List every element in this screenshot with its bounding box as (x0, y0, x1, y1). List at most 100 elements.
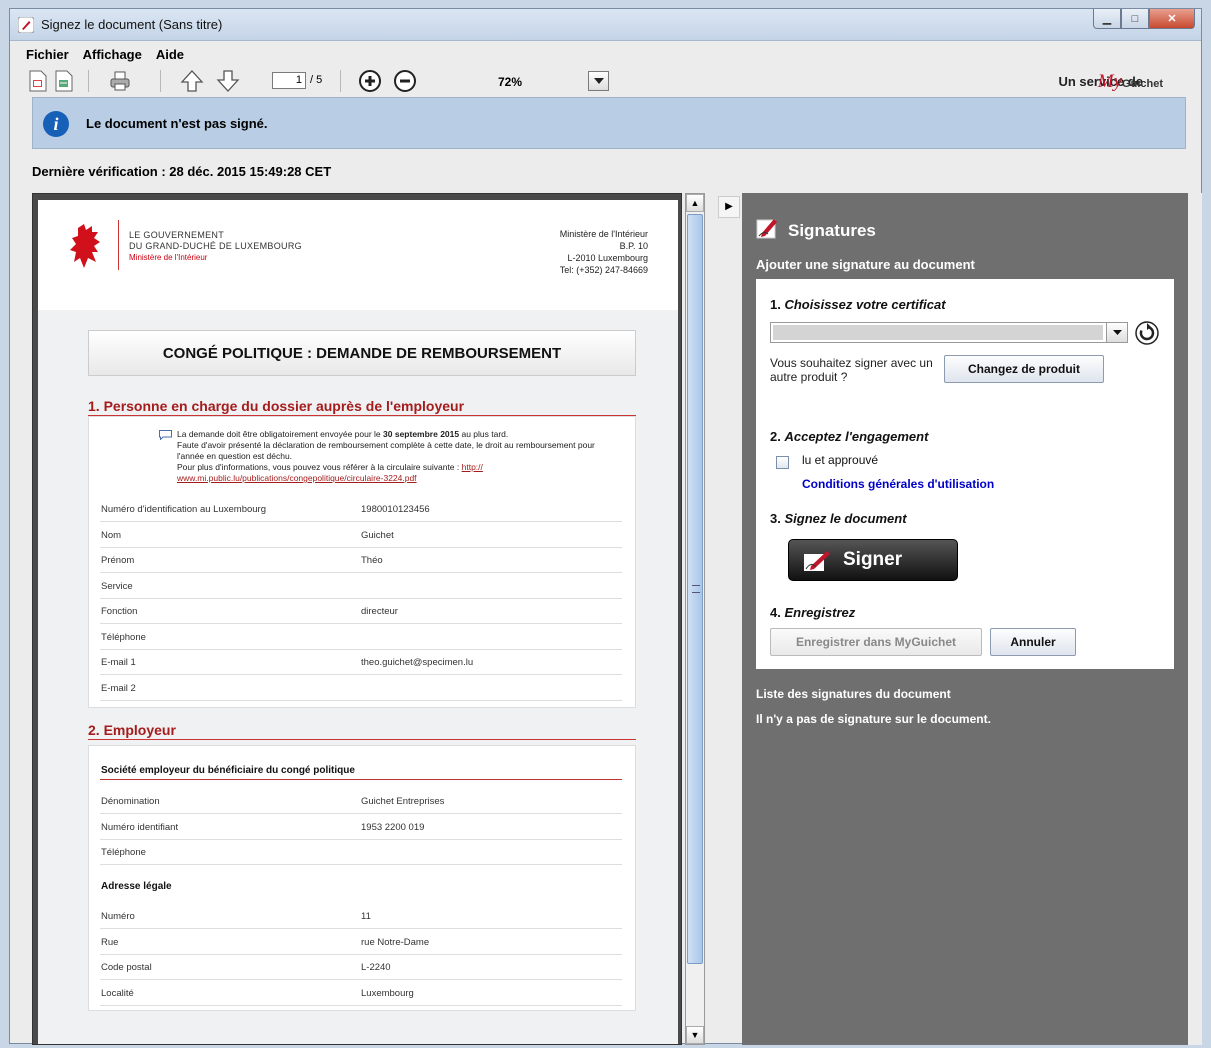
field-value: rue Notre-Dame (361, 936, 430, 948)
address-subhead: Adresse légale (101, 881, 172, 892)
field-value: theo.guichet@specimen.lu (361, 657, 474, 668)
subhead-divider (100, 779, 622, 780)
notice-deadline: 30 septembre 2015 (383, 429, 460, 439)
deadline-notice: La demande doit être obligatoirement env… (177, 429, 607, 484)
logo-guichet: Guichet (1122, 78, 1163, 90)
add-signature-label: Ajouter une signature au document (756, 257, 975, 272)
address-line: B.P. 10 (619, 241, 648, 251)
document-page: LE GOUVERNEMENT DU GRAND-DUCHÉ DE LUXEMB… (38, 200, 678, 1044)
terms-link[interactable]: Conditions générales d'utilisation (802, 477, 994, 491)
field-label: Dénomination (101, 796, 160, 807)
field-value: 1980010123456 (361, 504, 430, 515)
grip-icon (692, 585, 700, 593)
step-4-title: 4. Enregistrez (770, 605, 855, 620)
title-bar: Signez le document (Sans titre) ▁ □ ✕ (10, 9, 1201, 41)
field-value: L-2240 (361, 962, 391, 973)
document-viewer[interactable]: LE GOUVERNEMENT DU GRAND-DUCHÉ DE LUXEMB… (32, 193, 682, 1045)
form-row: E-mail 1 theo.guichet@specimen.lu (100, 650, 622, 675)
previous-page-icon[interactable] (180, 69, 204, 93)
step-3-text: Signez le document (784, 511, 907, 526)
document-title: CONGÉ POLITIQUE : DEMANDE DE REMBOURSEME… (88, 330, 636, 376)
step-2-title: 2. Acceptez l'engagement (770, 429, 928, 444)
form-row: Fonction directeur (100, 599, 622, 624)
chevron-down-icon (593, 78, 604, 84)
change-product-button[interactable]: Changez de produit (944, 355, 1104, 383)
document-scrollbar[interactable]: ▲ ▼ (685, 193, 705, 1045)
signatures-panel: Signatures Ajouter une signature au docu… (742, 193, 1188, 1045)
collapse-panel-button[interactable]: ▶ (718, 196, 740, 218)
step-2-text: Acceptez l'engagement (784, 429, 929, 444)
minimize-button[interactable]: ▁ (1093, 9, 1121, 29)
document-properties-icon[interactable] (52, 69, 76, 93)
field-label: Numéro (101, 911, 135, 922)
menu-affichage[interactable]: Affichage (83, 47, 142, 62)
zoom-in-icon[interactable] (358, 69, 382, 93)
logo-my: My (1097, 71, 1123, 92)
ministry-address: Ministère de l'Intérieur B.P. 10 L-2010 … (560, 228, 648, 276)
save-myguichet-button[interactable]: Enregistrer dans MyGuichet (770, 628, 982, 656)
scroll-thumb[interactable] (687, 214, 703, 964)
triangle-right-icon: ▶ (725, 201, 733, 212)
field-label: Service (101, 580, 133, 592)
address-line: Ministère de l'Intérieur (559, 229, 648, 239)
print-icon[interactable] (108, 69, 132, 93)
last-verification: Dernière vérification : 28 déc. 2015 15:… (32, 164, 332, 179)
certificate-select[interactable] (770, 322, 1128, 343)
step-2-number: 2. (770, 429, 781, 444)
step-4-text: Enregistrez (784, 605, 856, 620)
page-total: / 5 (310, 74, 323, 86)
cancel-button[interactable]: Annuler (990, 628, 1076, 656)
signature-steps-card: 1. Choisissez votre certificat Vous souh… (756, 279, 1174, 669)
window-edge (1188, 193, 1202, 1045)
step-4-number: 4. (770, 605, 781, 620)
zoom-out-icon[interactable] (393, 69, 417, 93)
section-2-title: 2. Employeur (88, 722, 176, 738)
field-value: Guichet Entreprises (361, 796, 445, 807)
signature-pen-icon (804, 551, 830, 571)
notice-text: Pour plus d'informations, vous pouvez vo… (177, 462, 462, 472)
window-title: Signez le document (Sans titre) (41, 17, 223, 32)
signatures-title: Signatures (788, 221, 876, 240)
field-label: E-mail 2 (101, 682, 136, 694)
toolbar: 1 / 5 72% Un service de My Guichet (10, 67, 1201, 95)
open-document-icon[interactable] (26, 69, 50, 93)
step-1-number: 1. (770, 297, 781, 312)
page-number-input[interactable]: 1 (272, 72, 306, 89)
form-row: Rue rue Notre-Dame (100, 930, 622, 955)
gov-line-2: DU GRAND-DUCHÉ DE LUXEMBOURG (129, 241, 302, 251)
app-window: Signez le document (Sans titre) ▁ □ ✕ Fi… (9, 8, 1202, 1045)
close-button[interactable]: ✕ (1149, 9, 1195, 29)
form-row: Prénom Théo (100, 548, 622, 573)
form-row: E-mail 2 (100, 676, 622, 701)
refresh-icon[interactable] (1134, 320, 1160, 346)
menu-aide[interactable]: Aide (156, 47, 184, 62)
info-icon: i (43, 111, 69, 137)
zoom-level[interactable]: 72% (425, 75, 595, 89)
signature-pen-icon (756, 219, 777, 239)
accept-checkbox-label[interactable]: lu et approuvé (802, 453, 878, 467)
field-value: Guichet (361, 529, 394, 541)
pen-app-icon (18, 17, 34, 33)
certificate-dropdown-button[interactable] (1106, 323, 1127, 342)
field-label: Prénom (101, 555, 135, 566)
address-line: L-2010 Luxembourg (567, 253, 648, 263)
section-1-title: 1. Personne en charge du dossier auprès … (88, 398, 465, 414)
sign-button[interactable]: Signer (788, 539, 958, 581)
zoom-dropdown-button[interactable] (588, 71, 609, 91)
scroll-down-button[interactable]: ▼ (686, 1026, 704, 1044)
toolbar-separator (340, 70, 341, 92)
section-1-box: La demande doit être obligatoirement env… (88, 416, 636, 708)
triangle-down-icon: ▼ (690, 1030, 700, 1040)
scroll-up-button[interactable]: ▲ (686, 194, 704, 212)
close-icon: ✕ (1167, 13, 1177, 25)
menu-fichier[interactable]: Fichier (26, 47, 69, 62)
next-page-icon[interactable] (216, 69, 240, 93)
minimize-icon: ▁ (1102, 13, 1112, 25)
form-row: Service (100, 574, 622, 599)
field-value: directeur (361, 606, 398, 617)
field-label: Fonction (101, 606, 138, 617)
notice-text: au plus tard. (459, 429, 509, 439)
form-row: Code postal L-2240 (100, 955, 622, 980)
maximize-button[interactable]: □ (1121, 9, 1149, 29)
accept-checkbox[interactable] (776, 456, 789, 469)
